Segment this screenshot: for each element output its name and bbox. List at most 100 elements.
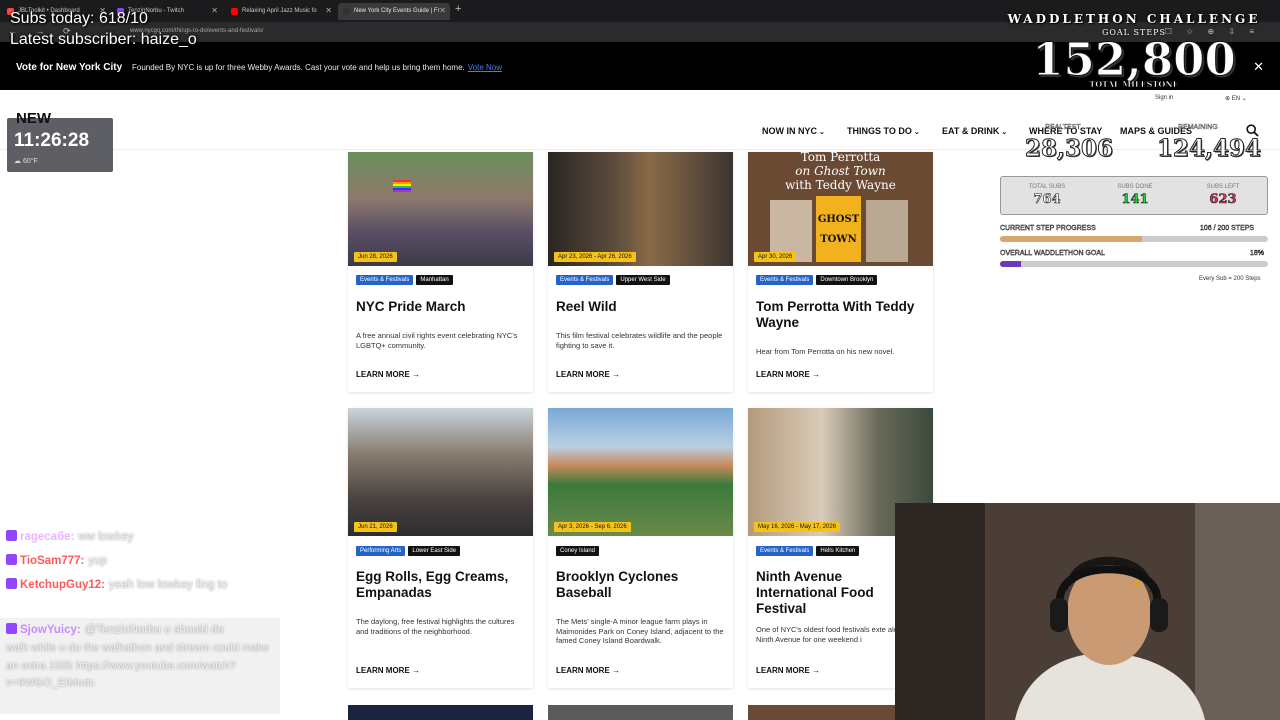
event-tags: Events & Festivals Downtown Brooklyn	[756, 275, 878, 285]
stat-label: SUBS DONE	[1117, 184, 1153, 190]
tab-favicon-icon	[231, 8, 238, 15]
event-tags: Coney Island	[556, 546, 600, 556]
current-step-progress	[1000, 236, 1268, 242]
learn-more-label: LEARN MORE	[756, 370, 810, 379]
event-date: Apr 30, 2026	[754, 252, 797, 262]
goal-value: 152,800	[1032, 33, 1237, 86]
tag-neighborhood[interactable]: Lower East Side	[408, 546, 461, 556]
stat-label: SUBS LEFT	[1206, 184, 1240, 190]
banner-message: Founded By NYC is up for three Webby Awa…	[132, 63, 465, 72]
learn-more-link[interactable]: LEARN MORE →	[356, 370, 420, 379]
tab-favicon-icon	[343, 8, 350, 15]
twitch-badge-icon	[6, 530, 17, 541]
nav-things-to-do[interactable]: THINGS TO DO ⌄	[847, 126, 920, 136]
chat-username: ragecaбe:	[20, 531, 75, 543]
left-stat-value: 28,306	[1024, 135, 1114, 163]
tab-label: Relaxing April Jazz Music fo	[242, 8, 317, 14]
event-image	[748, 705, 895, 720]
learn-more-label: LEARN MORE	[556, 370, 610, 379]
event-image	[548, 705, 733, 720]
tag-neighborhood[interactable]: Upper West Side	[616, 275, 670, 285]
steps-per-sub-note: Every Sub = 200 Steps	[1199, 276, 1261, 282]
new-tab-button[interactable]: +	[455, 3, 461, 15]
browser-tab-active[interactable]: New York City Events Guide | Fr ✕	[338, 3, 450, 20]
tag-neighborhood[interactable]: Coney Island	[556, 546, 600, 556]
tab-close-icon[interactable]: ✕	[211, 6, 218, 15]
event-card[interactable]: Jun 21, 2026 Performing Arts Lower East …	[348, 408, 533, 688]
learn-more-link[interactable]: LEARN MORE →	[756, 370, 820, 379]
arrow-right-icon: →	[812, 666, 821, 675]
chevron-down-icon: ⌄	[1240, 96, 1247, 102]
tab-label: New York City Events Guide | Fr	[354, 8, 440, 14]
event-description: The daylong, free festival highlights th…	[356, 617, 515, 636]
caption-line: with Teddy Wayne	[785, 178, 896, 192]
tag-neighborhood[interactable]: Downtown Brooklyn	[816, 275, 878, 285]
stat-value: 764	[1033, 192, 1061, 208]
vote-now-link[interactable]: Vote Now	[468, 63, 502, 72]
tag-category[interactable]: Events & Festivals	[756, 546, 814, 556]
nav-label: NOW IN NYC	[762, 126, 817, 136]
chat-username: SjowYuicy:	[20, 624, 81, 636]
arrow-right-icon: →	[612, 666, 621, 675]
clock-weather: ☁ 60°F	[14, 157, 38, 165]
right-stat-label: REMAINING	[1178, 124, 1218, 131]
tag-neighborhood[interactable]: Manhattan	[416, 275, 453, 285]
tag-category[interactable]: Events & Festivals	[356, 275, 414, 285]
tab-close-icon[interactable]: ✕	[439, 6, 446, 15]
nav-eat-drink[interactable]: EAT & DRINK ⌄	[942, 126, 1007, 136]
chat-message: TioSam777: yup	[6, 554, 107, 567]
arrow-right-icon: →	[812, 370, 821, 379]
learn-more-label: LEARN MORE	[756, 666, 810, 675]
event-title[interactable]: Tom Perrotta With Teddy Wayne	[756, 299, 926, 331]
tag-category[interactable]: Performing Arts	[356, 546, 406, 556]
event-card[interactable]: Tom Perrotta on Ghost Town with Teddy Wa…	[748, 152, 933, 392]
tag-neighborhood[interactable]: Hells Kitchen	[816, 546, 860, 556]
left-stat-label: REALTEST	[1045, 124, 1081, 131]
stat-label: TOTAL SUBS	[1028, 184, 1066, 190]
chevron-down-icon: ⌄	[819, 129, 825, 136]
book-cover: GHOST TOWN	[816, 196, 861, 262]
event-title[interactable]: Egg Rolls, Egg Creams, Empanadas	[356, 569, 526, 601]
overall-goal-value: 18%	[1250, 250, 1265, 257]
weather-temp: 60°F	[22, 158, 38, 165]
chat-message: KetchupGuy12: yeah low lowkey fing to	[6, 578, 227, 591]
overall-goal-label: OVERALL WADDLETHON GOAL	[1000, 250, 1105, 257]
event-description: A free annual civil rights event celebra…	[356, 331, 518, 350]
nav-now-in-nyc[interactable]: NOW IN NYC ⌄	[762, 126, 825, 136]
event-card[interactable]: Apr 23, 2026 - Apr 26, 2026 Events & Fes…	[548, 152, 733, 392]
event-card[interactable]: Apr 3, 2026 - Sep 6, 2026 Coney Island B…	[548, 408, 733, 688]
learn-more-link[interactable]: LEARN MORE →	[556, 370, 620, 379]
learn-more-link[interactable]: LEARN MORE →	[556, 666, 620, 675]
overall-goal-progress	[1000, 261, 1268, 267]
caption-line: Tom Perrotta	[800, 152, 881, 164]
tab-close-icon[interactable]: ✕	[325, 6, 332, 15]
event-title[interactable]: NYC Pride March	[356, 299, 526, 315]
learn-more-link[interactable]: LEARN MORE →	[356, 666, 420, 675]
event-image: Tom Perrotta on Ghost Town with Teddy Wa…	[748, 152, 933, 266]
globe-icon: ⊕	[1225, 96, 1232, 102]
event-date: Apr 23, 2026 - Apr 26, 2026	[554, 252, 636, 262]
sign-in-link[interactable]: Sign in	[1155, 95, 1173, 101]
chat-text: yup	[88, 555, 107, 567]
twitch-badge-icon	[6, 578, 17, 589]
browser-tab[interactable]: Relaxing April Jazz Music fo ✕	[226, 3, 336, 20]
subs-summary-box: TOTAL SUBS 764 SUBS DONE 141 SUBS LEFT 6…	[1000, 176, 1268, 215]
nav-label: THINGS TO DO	[847, 126, 912, 136]
tag-category[interactable]: Events & Festivals	[556, 275, 614, 285]
subs-done-stat: SUBS DONE 141	[1095, 184, 1175, 207]
chat-text: yeah low lowkey fing to	[109, 579, 228, 591]
event-date: Jun 28, 2026	[354, 252, 397, 262]
tag-category[interactable]: Events & Festivals	[756, 275, 814, 285]
progress-fill	[1000, 236, 1143, 242]
total-subs-stat: TOTAL SUBS 764	[1007, 184, 1087, 207]
arrow-right-icon: →	[412, 666, 421, 675]
language-select[interactable]: ⊕ EN ⌄	[1225, 95, 1247, 102]
chat-username: KetchupGuy12:	[20, 579, 105, 591]
event-title[interactable]: Reel Wild	[556, 299, 726, 315]
event-card[interactable]: Jun 28, 2026 Events & Festivals Manhatta…	[348, 152, 533, 392]
webcam-person-image	[895, 503, 1280, 720]
learn-more-link[interactable]: LEARN MORE →	[756, 666, 820, 675]
twitch-badge-icon	[6, 623, 17, 634]
event-title[interactable]: Brooklyn Cyclones Baseball	[556, 569, 726, 601]
arrow-right-icon: →	[412, 370, 421, 379]
